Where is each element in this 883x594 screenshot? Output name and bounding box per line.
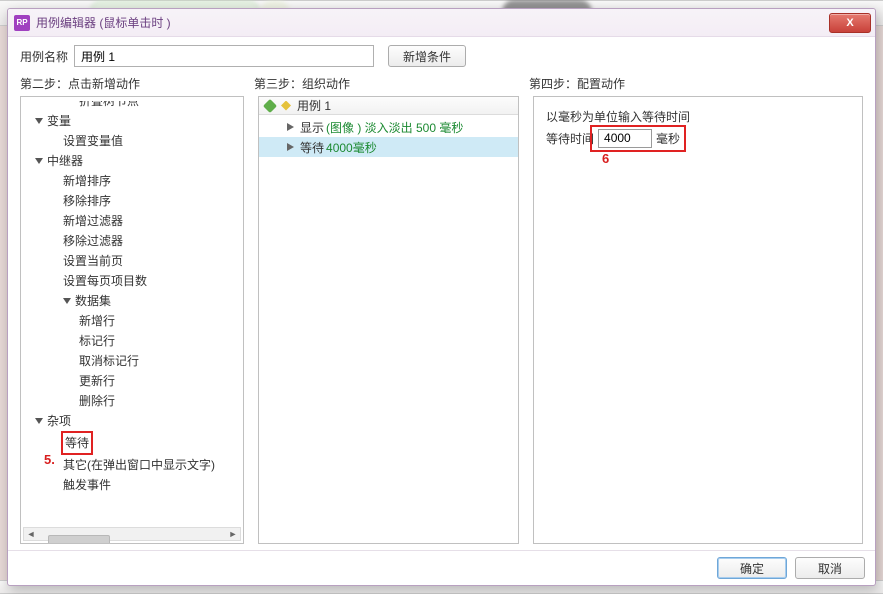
close-button[interactable]: X (829, 13, 871, 33)
ok-button[interactable]: 确定 (717, 557, 787, 579)
tree-item[interactable]: 折叠树节点 (21, 101, 243, 111)
horizontal-scrollbar[interactable]: ◄ ► (23, 527, 241, 541)
case-label: 用例 1 (297, 97, 331, 114)
tree-item-wait[interactable]: 等待 (21, 431, 243, 455)
tree-item[interactable]: 删除行 (21, 391, 243, 411)
case-icon (263, 98, 277, 112)
dialog-footer: 确定 取消 (8, 550, 875, 585)
case-editor-dialog: RP 用例编辑器 (鼠标单击时 ) X 用例名称 新增条件 第二步：点击新增动作… (7, 8, 876, 586)
tree-item[interactable]: 设置当前页 (21, 251, 243, 271)
scroll-right-arrow-icon[interactable]: ► (226, 528, 240, 540)
app-icon: RP (14, 15, 30, 31)
organize-action-item[interactable]: 等待 4000毫秒 (259, 137, 518, 157)
cancel-button[interactable]: 取消 (795, 557, 865, 579)
case-name-input[interactable] (74, 45, 374, 67)
tree-item[interactable]: 新增行 (21, 311, 243, 331)
step4-label: 第四步：配置动作 (529, 75, 863, 92)
organize-header: 用例 1 (259, 97, 518, 115)
disclosure-icon (63, 298, 71, 304)
tree-group-dataset[interactable]: 数据集 (21, 291, 243, 311)
tree-item[interactable]: 取消标记行 (21, 351, 243, 371)
tree-item[interactable]: 设置变量值 (21, 131, 243, 151)
actions-tree[interactable]: 折叠树节点 变量 设置变量值 中继器 新增排序 移除排序 新增过滤器 移除过滤器… (21, 101, 243, 525)
wait-time-unit: 毫秒 (656, 130, 680, 147)
tree-group-variables[interactable]: 变量 (21, 111, 243, 131)
configure-hint: 以毫秒为单位输入等待时间 (546, 105, 850, 127)
tree-item[interactable]: 触发事件 (21, 475, 243, 495)
tree-item[interactable]: 移除排序 (21, 191, 243, 211)
action-icon (287, 123, 294, 131)
organize-action-item[interactable]: 显示 (图像 ) 淡入淡出 500 毫秒 (259, 117, 518, 137)
tree-item[interactable]: 标记行 (21, 331, 243, 351)
tree-group-repeater[interactable]: 中继器 (21, 151, 243, 171)
window-title: 用例编辑器 (鼠标单击时 ) (36, 14, 171, 31)
organize-actions-panel: 用例 1 显示 (图像 ) 淡入淡出 500 毫秒 等待 4000毫秒 (258, 96, 519, 544)
disclosure-icon (35, 158, 43, 164)
case-icon (281, 101, 291, 111)
tree-group-misc[interactable]: 杂项 (21, 411, 243, 431)
tree-item[interactable]: 其它(在弹出窗口中显示文字) (21, 455, 243, 475)
organize-action-list[interactable]: 显示 (图像 ) 淡入淡出 500 毫秒 等待 4000毫秒 (259, 115, 518, 157)
disclosure-icon (35, 418, 43, 424)
wait-time-label: 等待时间 (546, 130, 594, 147)
disclosure-icon (35, 118, 43, 124)
tree-item[interactable]: 新增排序 (21, 171, 243, 191)
tree-item[interactable]: 新增过滤器 (21, 211, 243, 231)
configure-action-panel: 以毫秒为单位输入等待时间 等待时间 毫秒 6 (533, 96, 863, 544)
tree-item[interactable]: 移除过滤器 (21, 231, 243, 251)
titlebar[interactable]: RP 用例编辑器 (鼠标单击时 ) X (8, 9, 875, 37)
scroll-thumb[interactable] (48, 535, 110, 544)
step2-label: 第二步：点击新增动作 (20, 75, 254, 92)
scroll-left-arrow-icon[interactable]: ◄ (24, 528, 38, 540)
tree-item[interactable]: 更新行 (21, 371, 243, 391)
tree-item[interactable]: 设置每页项目数 (21, 271, 243, 291)
step3-label: 第三步：组织动作 (254, 75, 529, 92)
case-name-label: 用例名称 (20, 48, 68, 65)
wait-time-input[interactable] (598, 129, 652, 148)
add-condition-button[interactable]: 新增条件 (388, 45, 466, 67)
action-icon (287, 143, 294, 151)
actions-tree-panel: 5. 折叠树节点 变量 设置变量值 中继器 新增排序 移除排序 新增过滤器 移除… (20, 96, 244, 544)
annotation-6: 6 (546, 151, 850, 166)
